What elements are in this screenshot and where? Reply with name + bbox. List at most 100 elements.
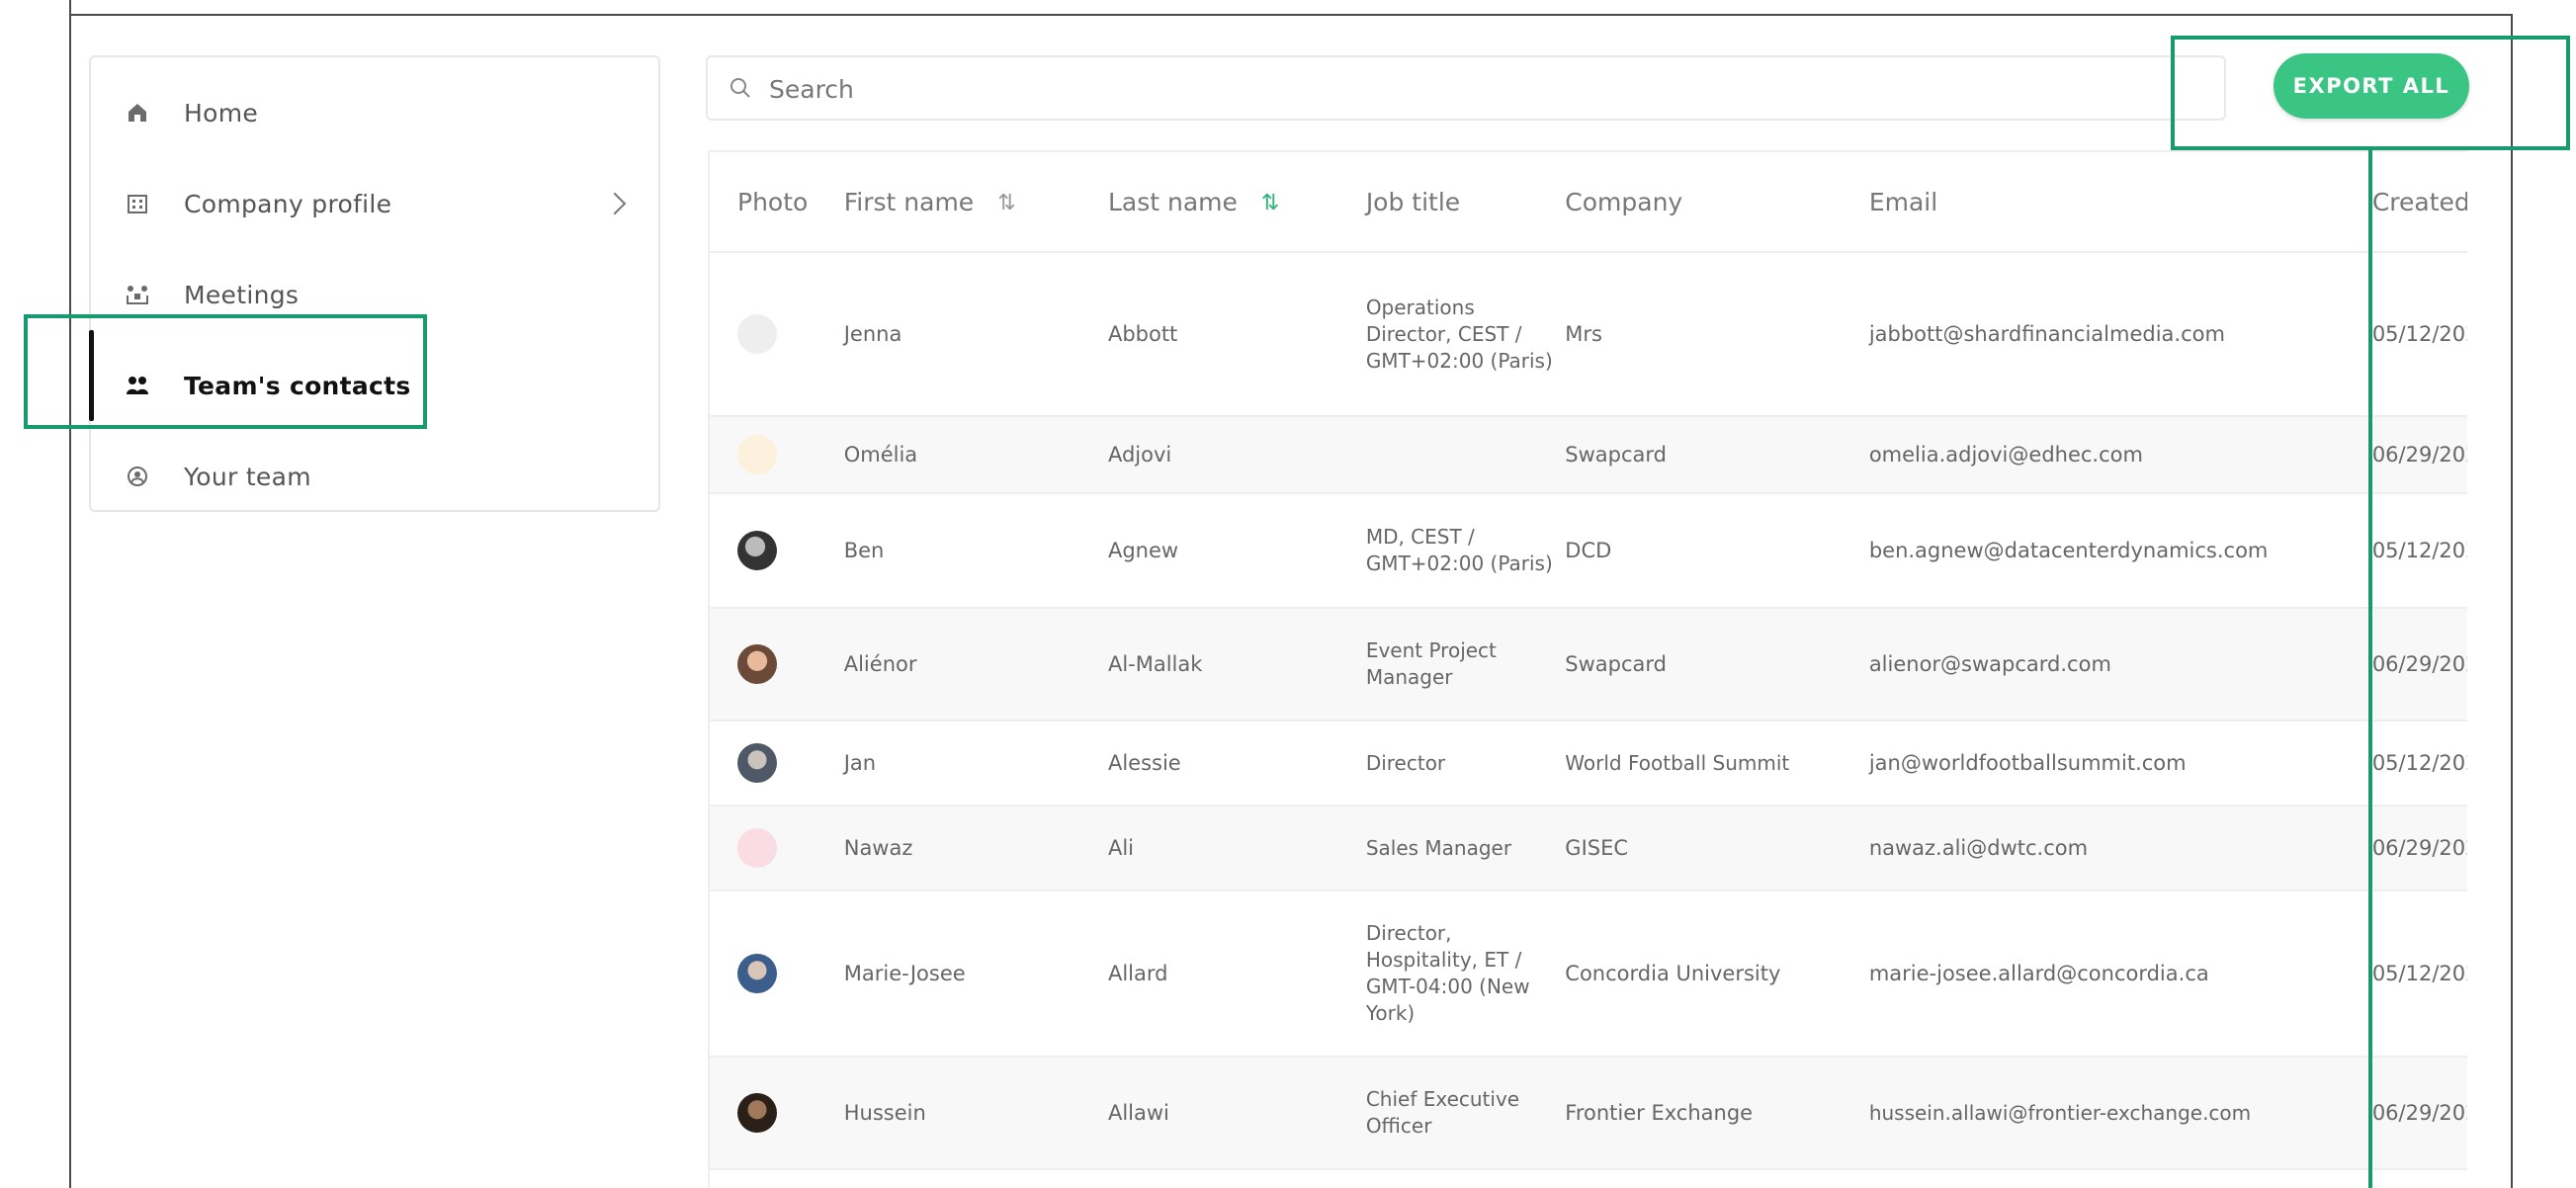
cell-created-at: 06/29/2022 • 8: — [2371, 1057, 2467, 1170]
avatar-placeholder — [737, 828, 777, 868]
avatar-photo — [737, 531, 777, 570]
highlight-connector-line — [2368, 148, 2372, 1188]
avatar-placeholder — [737, 435, 777, 474]
cell-company: Mrs — [1565, 252, 1869, 417]
search-icon — [730, 78, 750, 98]
cell-last-name: Al-Mallak — [1107, 608, 1366, 721]
avatar-placeholder — [737, 314, 777, 354]
sidebar-item-teams-contacts[interactable]: Team's contacts — [91, 340, 658, 431]
sidebar: Home Company profile Meetings Team's con… — [89, 55, 660, 512]
cell-first-name: Ben — [843, 493, 1108, 609]
cell-email: jan@worldfootballsummit.com — [1868, 721, 2372, 806]
meetings-icon — [125, 282, 150, 307]
cell-company: Swapcard — [1565, 416, 1869, 494]
cell-created-at: 05/12/2022 • 12 — [2371, 493, 2467, 609]
search-bar — [706, 55, 2226, 121]
user-circle-icon — [125, 464, 150, 489]
cell-job-title: MD, CEST / GMT+02:00 (Paris) — [1365, 493, 1566, 609]
sidebar-item-home[interactable]: Home — [91, 67, 658, 158]
avatar-photo — [737, 743, 777, 783]
table-row[interactable]: Jan Alessie Director World Football Summ… — [710, 721, 2467, 806]
cell-created-at: 06/29/2022 • 6: — [2371, 608, 2467, 721]
sidebar-item-label: Company profile — [184, 189, 392, 218]
cell-first-name: Hussein — [843, 1057, 1108, 1170]
cell-email: ben.agnew@datacenterdynamics.com — [1868, 493, 2372, 609]
cell-first-name: Omélia — [843, 416, 1108, 494]
column-header-created-at: Created at — [2371, 152, 2467, 253]
cell-email: nawaz.ali@dwtc.com — [1868, 806, 2372, 891]
sidebar-item-label: Team's contacts — [184, 371, 411, 400]
table-row[interactable]: Jenna Abbott Operations Director, CEST /… — [710, 252, 2467, 417]
cell-created-at: 05/12/2022 • 8: — [2371, 721, 2467, 806]
building-icon — [125, 191, 150, 216]
cell-job-title: Sales Manager — [1365, 806, 1566, 891]
cell-last-name: Adjovi — [1107, 416, 1366, 494]
column-header-email: Email — [1868, 152, 2372, 253]
cell-first-name: Marie-Josee — [843, 891, 1108, 1058]
sort-icon[interactable]: ⇅ — [997, 191, 1015, 215]
sort-active-icon[interactable]: ⇅ — [1261, 191, 1279, 215]
table-row[interactable] — [710, 1169, 2467, 1188]
search-input[interactable] — [767, 67, 2056, 111]
cell-job-title: Director — [1365, 721, 1566, 806]
cell-email: jabbott@shardfinancialmedia.com — [1868, 252, 2372, 417]
cell-first-name: Jan — [843, 721, 1108, 806]
home-icon — [125, 100, 150, 126]
cell-created-at: 05/12/2022 • 5: — [2371, 891, 2467, 1058]
cell-job-title: Operations Director, CEST / GMT+02:00 (P… — [1365, 252, 1566, 417]
cell-company: World Football Summit — [1565, 721, 1869, 806]
cell-email: hussein.allawi@frontier-exchange.com — [1868, 1057, 2372, 1170]
cell-company: DCD — [1565, 493, 1869, 609]
cell-last-name: Allard — [1107, 891, 1366, 1058]
avatar-photo — [737, 1093, 777, 1133]
table-row[interactable]: Aliénor Al-Mallak Event Project Manager … — [710, 608, 2467, 721]
table-header-row: Photo First name ⇅ Last name ⇅ Job title C… — [710, 152, 2467, 253]
cell-first-name: Aliénor — [843, 608, 1108, 721]
column-header-last-name[interactable]: Last name ⇅ — [1107, 152, 1366, 253]
active-indicator — [89, 330, 94, 421]
cell-email: alienor@swapcard.com — [1868, 608, 2372, 721]
export-all-button[interactable]: EXPORT ALL — [2274, 53, 2469, 119]
cell-job-title — [1365, 416, 1566, 494]
cell-created-at: 05/12/2022 • 8: — [2371, 252, 2467, 417]
contacts-table: Photo First name ⇅ Last name ⇅ Job title C… — [708, 150, 2467, 1188]
cell-job-title: Chief Executive Officer — [1365, 1057, 1566, 1170]
table-row[interactable]: Marie-Josee Allard Director, Hospitality… — [710, 891, 2467, 1058]
column-header-company: Company — [1565, 152, 1869, 253]
sidebar-item-meetings[interactable]: Meetings — [91, 249, 658, 340]
cell-company: Frontier Exchange — [1565, 1057, 1869, 1170]
team-icon — [125, 373, 150, 398]
cell-first-name: Nawaz — [843, 806, 1108, 891]
sidebar-item-label: Your team — [184, 462, 311, 491]
cell-first-name: Jenna — [843, 252, 1108, 417]
sidebar-item-your-team[interactable]: Your team — [91, 431, 658, 522]
cell-last-name: Ali — [1107, 806, 1366, 891]
chevron-right-icon — [603, 192, 627, 215]
header-label: Last name — [1107, 187, 1238, 216]
sidebar-item-label: Home — [184, 98, 259, 127]
column-header-job-title: Job title — [1365, 152, 1566, 253]
avatar-photo — [737, 954, 777, 993]
cell-created-at: 06/29/2022 • 6: — [2371, 806, 2467, 891]
table-row[interactable]: Omélia Adjovi Swapcard omelia.adjovi@edh… — [710, 416, 2467, 494]
sidebar-item-label: Meetings — [184, 280, 300, 309]
cell-email: omelia.adjovi@edhec.com — [1868, 416, 2372, 494]
sidebar-item-company-profile[interactable]: Company profile — [91, 158, 658, 249]
cell-created-at: 06/29/2022 • 1: — [2371, 416, 2467, 494]
cell-job-title: Director, Hospitality, ET / GMT-04:00 (N… — [1365, 891, 1566, 1058]
cell-last-name: Allawi — [1107, 1057, 1366, 1170]
header-label: First name — [843, 187, 975, 216]
avatar-photo — [737, 644, 777, 684]
cell-company: Concordia University — [1565, 891, 1869, 1058]
cell-company: Swapcard — [1565, 608, 1869, 721]
table-row[interactable]: Hussein Allawi Chief Executive Officer F… — [710, 1057, 2467, 1170]
table-row[interactable]: Ben Agnew MD, CEST / GMT+02:00 (Paris) D… — [710, 493, 2467, 609]
cell-email: marie-josee.allard@concordia.ca — [1868, 891, 2372, 1058]
cell-last-name: Abbott — [1107, 252, 1366, 417]
cell-job-title: Event Project Manager — [1365, 608, 1566, 721]
table-row[interactable]: Nawaz Ali Sales Manager GISEC nawaz.ali@… — [710, 806, 2467, 891]
cell-last-name: Agnew — [1107, 493, 1366, 609]
cell-last-name: Alessie — [1107, 721, 1366, 806]
cell-company: GISEC — [1565, 806, 1869, 891]
column-header-first-name[interactable]: First name ⇅ — [843, 152, 1108, 253]
